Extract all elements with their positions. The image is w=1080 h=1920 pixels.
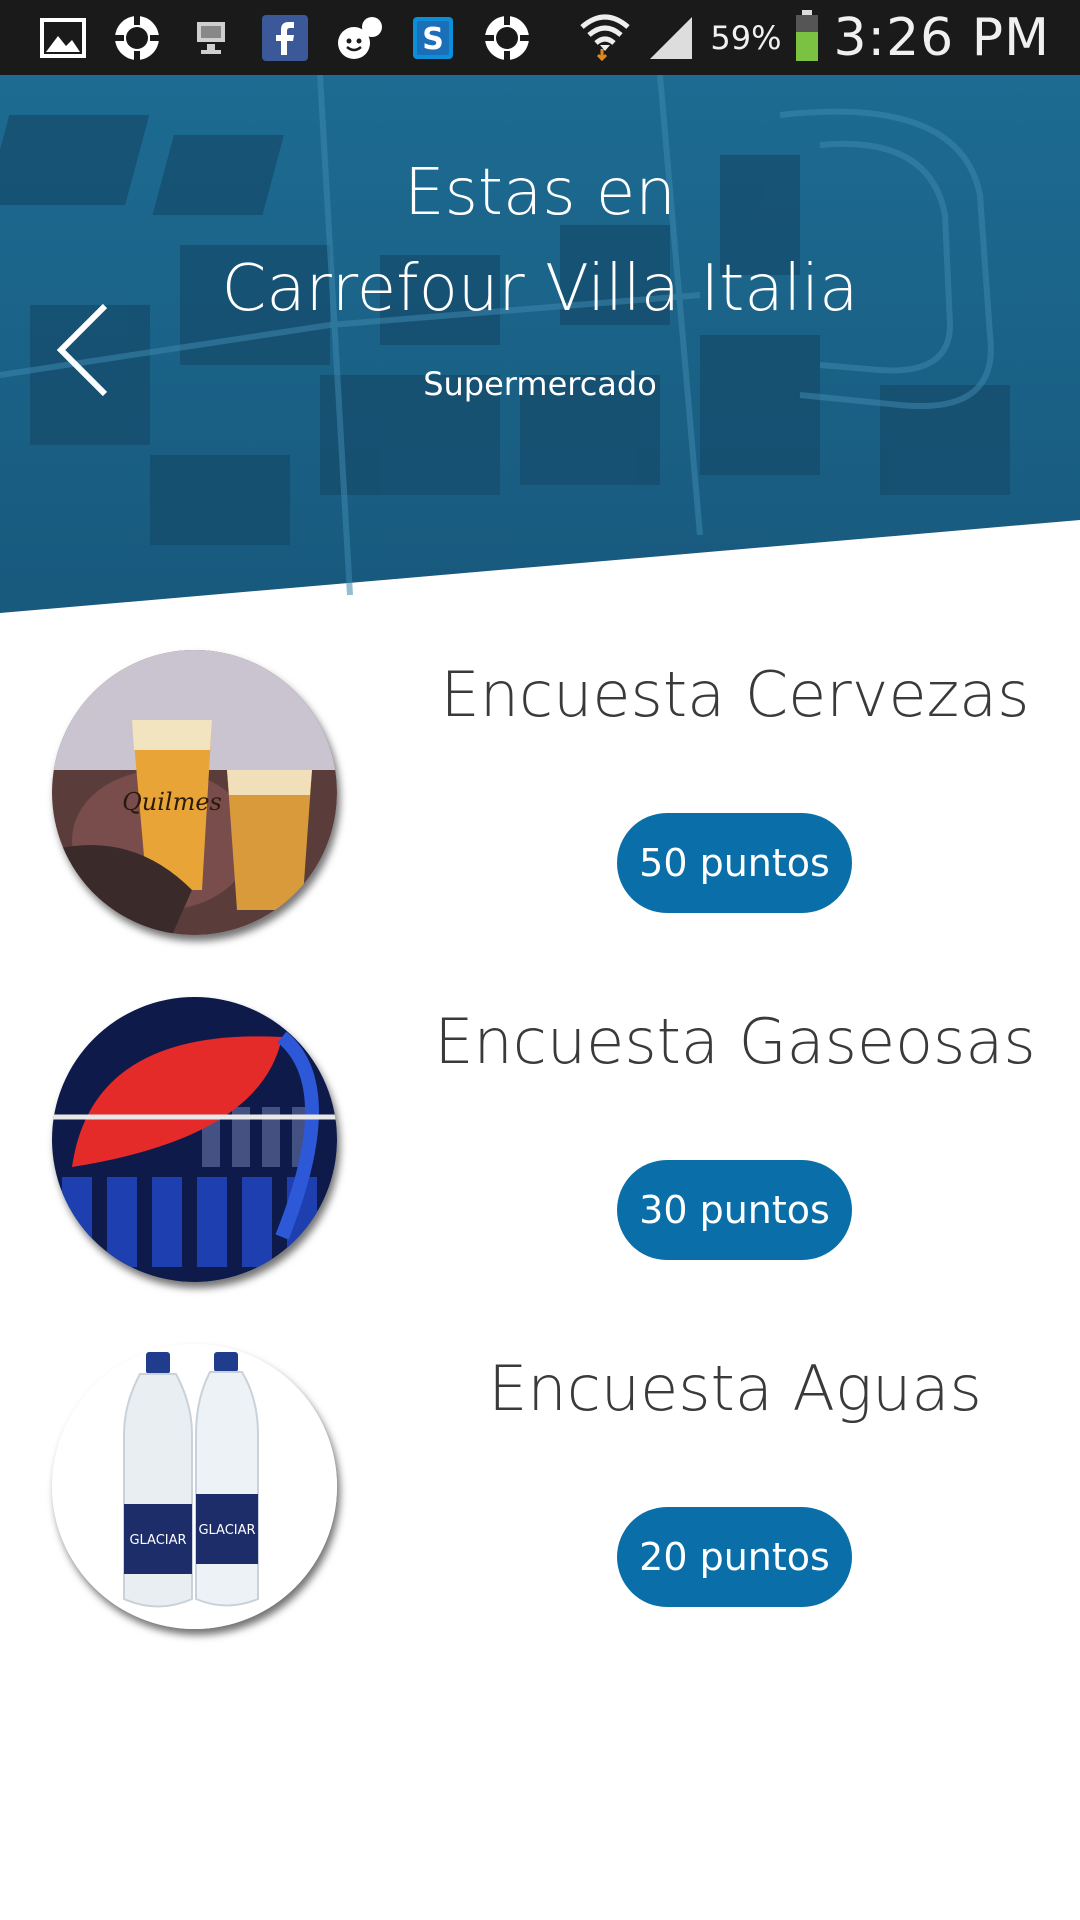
signal-icon xyxy=(646,11,696,65)
skype-icon: S xyxy=(408,13,458,63)
wifi-icon xyxy=(578,11,632,65)
title-line-2: Carrefour Villa Italia xyxy=(221,252,859,326)
status-bar: S 59% 3:26 PM xyxy=(0,0,1080,75)
system-status: 59% 3:26 PM xyxy=(578,0,1050,75)
svg-text:GLACIAR: GLACIAR xyxy=(129,1533,186,1548)
sync-icon xyxy=(112,13,162,63)
survey-item-cervezas[interactable]: Quilmes Encuesta Cervezas 50 puntos xyxy=(0,640,1080,940)
title-line-1: Estas en xyxy=(404,156,676,230)
survey-item-gaseosas[interactable]: Encuesta Gaseosas 30 puntos xyxy=(0,987,1080,1287)
points-button[interactable]: 30 puntos xyxy=(617,1160,852,1260)
survey-title: Encuesta Gaseosas xyxy=(434,1005,1036,1078)
messenger-icon xyxy=(334,13,384,63)
sync-icon xyxy=(482,13,532,63)
notification-icons: S xyxy=(38,13,532,63)
battery-icon xyxy=(795,9,819,66)
survey-thumbnail-soda xyxy=(52,997,337,1282)
svg-text:S: S xyxy=(422,22,444,57)
store-header: Estas en Carrefour Villa Italia Supermer… xyxy=(0,75,1080,615)
survey-title: Encuesta Cervezas xyxy=(440,658,1030,731)
store-category: Supermercado xyxy=(423,365,657,403)
monitor-icon xyxy=(186,13,236,63)
store-title: Estas en Carrefour Villa Italia xyxy=(0,145,1080,337)
svg-text:Quilmes: Quilmes xyxy=(122,788,222,816)
clock: 3:26 PM xyxy=(833,7,1050,68)
battery-percent: 59% xyxy=(710,18,782,57)
svg-text:GLACIAR: GLACIAR xyxy=(198,1523,255,1538)
survey-title: Encuesta Aguas xyxy=(488,1352,982,1425)
points-button[interactable]: 20 puntos xyxy=(617,1507,852,1607)
survey-thumbnail-beer: Quilmes xyxy=(52,650,337,935)
facebook-icon xyxy=(260,13,310,63)
survey-thumbnail-water: GLACIAR GLACIAR xyxy=(52,1344,337,1629)
gallery-icon xyxy=(38,13,88,63)
survey-item-aguas[interactable]: GLACIAR GLACIAR Encuesta Aguas 20 puntos xyxy=(0,1334,1080,1634)
points-button[interactable]: 50 puntos xyxy=(617,813,852,913)
